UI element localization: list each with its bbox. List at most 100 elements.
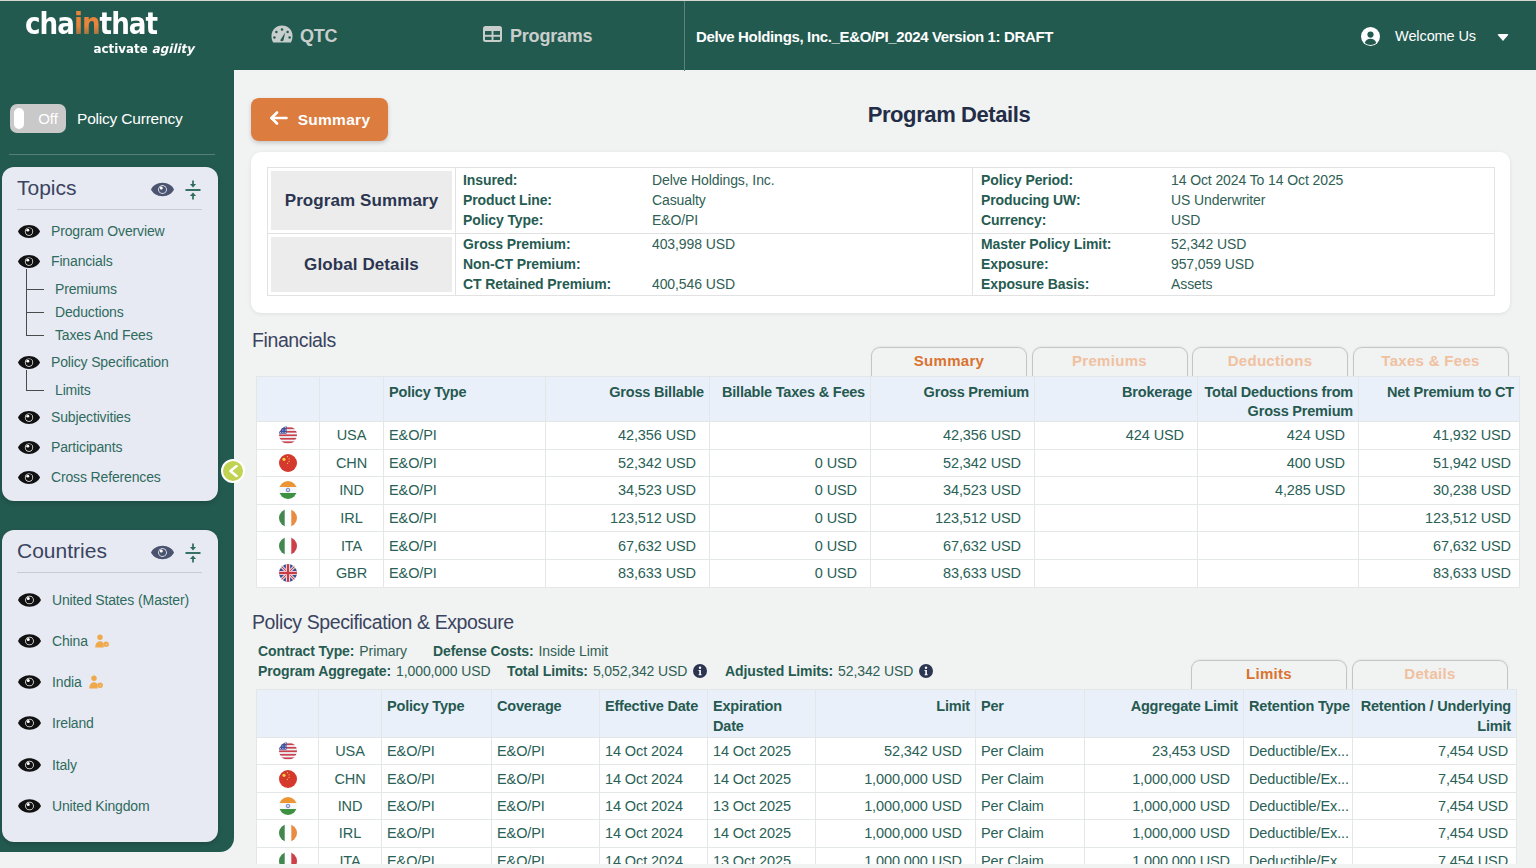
- column-header[interactable]: Gross Billable: [546, 377, 710, 422]
- topic-item-label[interactable]: Subjectivities: [51, 409, 131, 425]
- topic-subitem[interactable]: Premiums: [55, 278, 117, 300]
- country-item[interactable]: Italy: [18, 754, 77, 776]
- column-header[interactable]: Billable Taxes & Fees: [710, 377, 871, 422]
- eye-icon[interactable]: [151, 545, 174, 564]
- eye-icon[interactable]: [18, 255, 40, 268]
- table-row[interactable]: ITAE&O/PIE&O/PI14 Oct 202413 Oct 20251,0…: [257, 847, 1517, 864]
- table-row[interactable]: CHNE&O/PIE&O/PI14 Oct 202414 Oct 20251,0…: [257, 765, 1517, 792]
- sidebar-collapse-button[interactable]: [221, 459, 245, 483]
- column-header[interactable]: Total Deductions from Gross Premium: [1198, 377, 1359, 422]
- column-header[interactable]: [319, 690, 382, 738]
- collapse-vertical-icon[interactable]: [185, 543, 201, 567]
- column-header[interactable]: Coverage: [492, 690, 600, 738]
- column-header[interactable]: Aggregate Limit: [1085, 690, 1244, 738]
- nav-item-qtc[interactable]: QTC: [271, 1, 337, 71]
- country-item-label[interactable]: Ireland: [52, 715, 94, 731]
- column-header[interactable]: [257, 377, 320, 422]
- column-header[interactable]: [320, 377, 384, 422]
- country-item-label[interactable]: United Kingdom: [52, 798, 150, 814]
- country-item[interactable]: Ireland: [18, 712, 94, 734]
- nav-item-programs[interactable]: Programs: [483, 1, 592, 71]
- topic-item[interactable]: Cross References: [18, 466, 161, 488]
- column-header[interactable]: Effective Date: [600, 690, 708, 738]
- tab-details[interactable]: Details: [1352, 660, 1508, 689]
- eye-icon[interactable]: [18, 471, 40, 484]
- flag-icon-gb: [257, 564, 319, 582]
- topic-item[interactable]: Program Overview: [18, 220, 165, 242]
- eye-icon[interactable]: [18, 675, 41, 689]
- info-icon[interactable]: [919, 664, 933, 678]
- collapse-vertical-icon[interactable]: [185, 180, 201, 204]
- topic-item-label[interactable]: Financials: [51, 253, 113, 269]
- topic-item-label[interactable]: Policy Specification: [51, 354, 169, 370]
- column-header[interactable]: Policy Type: [382, 690, 492, 738]
- country-item[interactable]: China: [18, 630, 110, 652]
- eye-icon[interactable]: [18, 593, 41, 607]
- column-header[interactable]: Expiration Date: [708, 690, 816, 738]
- topic-subitem-label[interactable]: Deductions: [55, 304, 124, 320]
- column-header-label: Coverage: [497, 696, 595, 716]
- tab-taxes-fees[interactable]: Taxes & Fees: [1353, 347, 1509, 376]
- logo-tagline-italic: agility: [152, 41, 194, 56]
- eye-icon[interactable]: [18, 758, 41, 772]
- user-menu[interactable]: Welcome Us: [1361, 1, 1509, 71]
- tab-summary[interactable]: Summary: [871, 347, 1027, 376]
- info-icon[interactable]: [693, 664, 707, 678]
- eye-icon[interactable]: [18, 716, 41, 730]
- column-header[interactable]: Policy Type: [384, 377, 546, 422]
- policy-currency-toggle[interactable]: Off: [10, 104, 66, 133]
- topic-subitem[interactable]: Taxes And Fees: [55, 324, 153, 346]
- chainthat-logo[interactable]: chainthat activate agility: [25, 8, 225, 56]
- topic-subitem-label[interactable]: Limits: [55, 382, 91, 398]
- table-row[interactable]: IRLE&O/PIE&O/PI14 Oct 202414 Oct 20251,0…: [257, 820, 1517, 847]
- table-row[interactable]: USAE&O/PIE&O/PI14 Oct 202414 Oct 202552,…: [257, 738, 1517, 765]
- country-item-label[interactable]: India: [52, 674, 82, 690]
- summary-back-button[interactable]: Summary: [251, 98, 388, 141]
- tab-premiums[interactable]: Premiums: [1032, 347, 1188, 376]
- column-header[interactable]: Gross Premium: [871, 377, 1035, 422]
- table-row[interactable]: INDE&O/PIE&O/PI14 Oct 202413 Oct 20251,0…: [257, 792, 1517, 819]
- eye-icon[interactable]: [18, 356, 40, 369]
- topic-item-label[interactable]: Participants: [51, 439, 122, 455]
- eye-icon[interactable]: [18, 441, 40, 454]
- table-row[interactable]: ITAE&O/PI67,632 USD0 USD67,632 USD67,632…: [257, 532, 1520, 560]
- financials-table: Policy TypeGross BillableBillable Taxes …: [256, 376, 1520, 588]
- column-header[interactable]: Brokerage: [1035, 377, 1198, 422]
- table-row[interactable]: CHNE&O/PI52,342 USD0 USD52,342 USD400 US…: [257, 449, 1520, 477]
- column-header[interactable]: Limit: [816, 690, 976, 738]
- tab-limits[interactable]: Limits: [1191, 660, 1347, 689]
- table-row[interactable]: USAE&O/PI42,356 USD42,356 USD424 USD424 …: [257, 422, 1520, 450]
- column-header[interactable]: Net Premium to CT: [1359, 377, 1520, 422]
- topic-subitem-label[interactable]: Premiums: [55, 281, 117, 297]
- country-item-label[interactable]: United States(Master): [52, 592, 189, 608]
- topic-item-label[interactable]: Program Overview: [51, 223, 165, 239]
- field-value: 957,059 USD: [1171, 256, 1254, 272]
- country-item[interactable]: United States(Master): [18, 589, 189, 611]
- topic-subitem-label[interactable]: Taxes And Fees: [55, 327, 153, 343]
- country-item[interactable]: India: [18, 671, 104, 693]
- column-header[interactable]: Retention / Underlying Limit: [1353, 690, 1517, 738]
- topic-item-label[interactable]: Cross References: [51, 469, 161, 485]
- eye-icon[interactable]: [18, 634, 41, 648]
- topic-item[interactable]: Subjectivities: [18, 406, 131, 428]
- topic-item[interactable]: Financials: [18, 250, 113, 272]
- country-item-label[interactable]: China: [52, 633, 88, 649]
- tree-line: [26, 289, 44, 290]
- table-row[interactable]: INDE&O/PI34,523 USD0 USD34,523 USD4,285 …: [257, 477, 1520, 505]
- tab-deductions[interactable]: Deductions: [1192, 347, 1348, 376]
- column-header[interactable]: Per: [976, 690, 1085, 738]
- eye-icon[interactable]: [18, 411, 40, 424]
- topic-subitem[interactable]: Deductions: [55, 301, 124, 323]
- table-row[interactable]: IRLE&O/PI123,512 USD0 USD123,512 USD123,…: [257, 504, 1520, 532]
- column-header[interactable]: Retention Type: [1244, 690, 1353, 738]
- eye-icon[interactable]: [151, 182, 174, 201]
- topic-subitem[interactable]: Limits: [55, 379, 91, 401]
- column-header[interactable]: [257, 690, 319, 738]
- country-item-label[interactable]: Italy: [52, 757, 77, 773]
- topic-item[interactable]: Participants: [18, 436, 122, 458]
- country-item[interactable]: United Kingdom: [18, 795, 150, 817]
- eye-icon[interactable]: [18, 225, 40, 238]
- topic-item[interactable]: Policy Specification: [18, 351, 169, 373]
- table-row[interactable]: GBRE&O/PI83,633 USD0 USD83,633 USD83,633…: [257, 559, 1520, 587]
- eye-icon[interactable]: [18, 799, 41, 813]
